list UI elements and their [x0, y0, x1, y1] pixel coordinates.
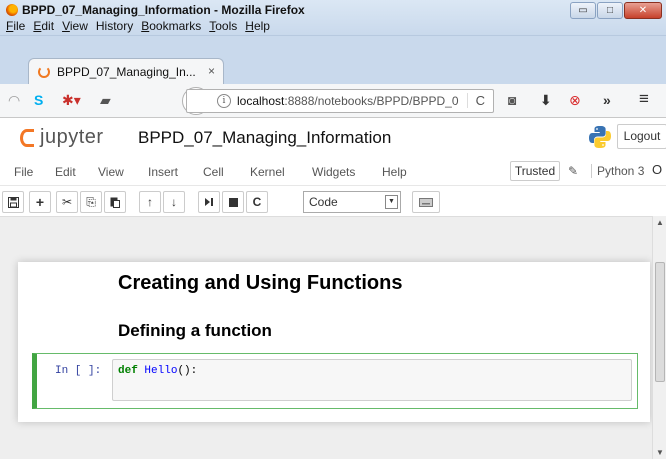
jupyter-logo-text: jupyter	[40, 126, 104, 148]
window-controls: ▭ □ ✕	[570, 2, 662, 19]
kernel-name: Python 3	[591, 164, 644, 178]
cell-type-value: Code	[309, 195, 338, 209]
code-rest: ():	[177, 365, 198, 377]
code-input-area[interactable]: def Hello():	[112, 359, 632, 401]
cut-button[interactable]: ✂	[56, 191, 78, 213]
run-icon	[205, 198, 213, 206]
logout-button[interactable]: Logout	[617, 124, 666, 149]
menu-bookmarks[interactable]: Bookmarks	[141, 19, 201, 33]
cell-prompt: In [ ]:	[55, 365, 102, 377]
cell-type-select[interactable]: Code ▼	[303, 191, 401, 213]
maximize-button[interactable]: □	[597, 2, 623, 19]
menu-history[interactable]: History	[96, 19, 133, 33]
interrupt-button[interactable]	[222, 191, 244, 213]
download-icon[interactable]: ⬇	[540, 92, 552, 109]
vertical-scrollbar[interactable]: ▲ ▼	[652, 216, 666, 459]
menu-tools[interactable]: Tools	[209, 19, 237, 33]
paste-button[interactable]	[104, 191, 126, 213]
copy-button[interactable]: ⎘	[80, 191, 102, 213]
firefox-icon	[6, 4, 18, 16]
jmenu-insert[interactable]: Insert	[148, 165, 178, 179]
scrollbar-thumb[interactable]	[655, 262, 665, 382]
menu-help[interactable]: Help	[245, 19, 270, 33]
tab-close-icon[interactable]: ×	[208, 64, 215, 78]
url-bar[interactable]: i localhost:8888/notebooks/BPPD/BPPD_0 C	[186, 89, 494, 113]
jupyter-logo-icon	[20, 128, 34, 147]
rss-icon[interactable]: ◠	[8, 92, 20, 109]
puzzle-icon[interactable]: ✱▾	[62, 92, 81, 109]
command-palette-button[interactable]	[412, 191, 440, 213]
notebook-name[interactable]: BPPD_07_Managing_Information	[138, 128, 391, 148]
jmenu-widgets[interactable]: Widgets	[312, 165, 355, 179]
window-title: BPPD_07_Managing_Information - Mozilla F…	[22, 3, 305, 17]
reload-icon[interactable]: C	[466, 93, 485, 108]
menu-view[interactable]: View	[62, 19, 88, 33]
code-text: def Hello():	[118, 365, 197, 377]
library-icon[interactable]: ▰	[100, 92, 111, 109]
scroll-down-arrow-icon[interactable]: ▼	[656, 448, 664, 457]
jmenu-view[interactable]: View	[98, 165, 124, 179]
minimize-button[interactable]: ▭	[570, 2, 596, 19]
url-text: localhost:8888/notebooks/BPPD/BPPD_0	[237, 94, 459, 108]
jupyter-header: jupyter BPPD_07_Managing_Information Log…	[0, 118, 666, 158]
jupyter-toolbar: + ✂ ⎘ ↑ ↓ C Code ▼	[0, 186, 666, 216]
kernel-status-icon: O	[652, 162, 663, 177]
pocket-icon[interactable]: ◙	[508, 92, 516, 108]
run-button[interactable]	[198, 191, 220, 213]
scroll-up-arrow-icon[interactable]: ▲	[656, 218, 664, 227]
jmenu-help[interactable]: Help	[382, 165, 407, 179]
code-keyword: def	[118, 365, 138, 377]
close-window-button[interactable]: ✕	[624, 2, 662, 19]
save-icon	[7, 196, 19, 208]
code-cell-selected[interactable]: In [ ]: def Hello():	[32, 353, 638, 409]
navigation-bar: ◠ S ✱▾ ▰ ← i localhost:8888/notebooks/BP…	[0, 84, 666, 118]
overflow-icon[interactable]: »	[603, 92, 611, 108]
move-up-button[interactable]: ↑	[139, 191, 161, 213]
move-down-button[interactable]: ↓	[163, 191, 185, 213]
restart-kernel-button[interactable]: C	[246, 191, 268, 213]
menu-edit[interactable]: Edit	[33, 19, 54, 33]
browser-tab-active[interactable]: BPPD_07_Managing_In... ×	[28, 58, 224, 84]
save-button[interactable]	[2, 191, 24, 213]
markdown-heading-1[interactable]: Creating and Using Functions	[118, 272, 402, 295]
jmenu-kernel[interactable]: Kernel	[250, 165, 285, 179]
pencil-icon[interactable]: ✎	[568, 164, 578, 178]
jmenu-cell[interactable]: Cell	[203, 165, 224, 179]
jupyter-menubar: File Edit View Insert Cell Kernel Widget…	[0, 158, 666, 186]
site-info-icon[interactable]: i	[217, 94, 231, 108]
dropdown-arrow-icon: ▼	[385, 195, 398, 209]
jmenu-file[interactable]: File	[14, 165, 33, 179]
insert-cell-button[interactable]: +	[29, 191, 51, 213]
markdown-heading-2[interactable]: Defining a function	[118, 321, 272, 341]
hamburger-menu-icon[interactable]: ≡	[639, 89, 649, 109]
window-titlebar: BPPD_07_Managing_Information - Mozilla F…	[0, 0, 666, 36]
noscript-icon[interactable]: ⊗	[569, 92, 581, 109]
tab-title: BPPD_07_Managing_In...	[57, 65, 196, 79]
jupyter-logo[interactable]: jupyter	[20, 126, 104, 149]
keyboard-icon	[419, 197, 433, 207]
menu-file[interactable]: File	[6, 19, 25, 33]
loading-spinner-icon	[38, 66, 50, 78]
python-logo-icon	[589, 126, 611, 148]
paste-icon	[110, 197, 120, 208]
jmenu-edit[interactable]: Edit	[55, 165, 76, 179]
browser-menubar: File Edit View History Bookmarks Tools H…	[6, 19, 270, 33]
stop-icon	[228, 197, 238, 207]
trusted-indicator[interactable]: Trusted	[510, 161, 560, 181]
skype-icon[interactable]: S	[34, 92, 43, 108]
code-function-name: Hello	[144, 365, 178, 377]
